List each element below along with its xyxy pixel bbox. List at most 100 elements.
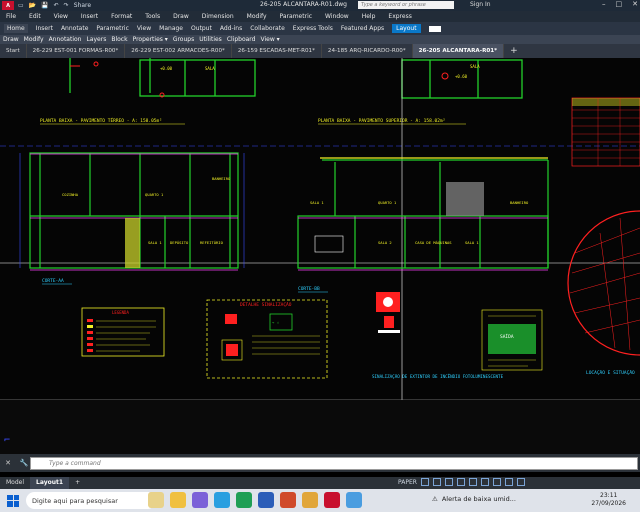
menu-edit[interactable]: Edit <box>29 13 41 20</box>
tab-layout[interactable]: Layout <box>392 24 421 33</box>
task-view-icon[interactable] <box>148 492 164 508</box>
panel-clipboard[interactable]: Clipboard <box>227 36 256 43</box>
workspace-icon[interactable] <box>504 478 513 486</box>
word-icon[interactable] <box>258 492 274 508</box>
legend-title: LEGENDA <box>112 310 129 315</box>
svg-text:CASA DE MÁQUINAS: CASA DE MÁQUINAS <box>415 240 452 245</box>
tab-add-ins[interactable]: Add-ins <box>220 25 242 32</box>
menu-modify[interactable]: Modify <box>247 13 267 20</box>
svg-text:BANHEIRO: BANHEIRO <box>212 176 231 181</box>
edge-icon[interactable] <box>214 492 230 508</box>
tab-parametric[interactable]: Parametric <box>96 25 129 32</box>
tab-collaborate[interactable]: Collaborate <box>250 25 285 32</box>
area-table <box>571 97 640 167</box>
svg-text:+0.00: +0.00 <box>160 66 173 71</box>
taskbar-search[interactable]: Digite aqui para pesquisar <box>26 492 156 509</box>
tab-express-tools[interactable]: Express Tools <box>293 25 333 32</box>
open-icon[interactable]: 📂 <box>29 2 36 9</box>
autocad-logo[interactable]: A <box>2 1 14 10</box>
tab-home[interactable]: Home <box>4 24 28 33</box>
menu-file[interactable]: File <box>6 13 16 20</box>
help-search-input[interactable]: Type a keyword or phrase <box>358 1 454 9</box>
redo-icon[interactable]: ↷ <box>64 2 69 9</box>
plan-superior-title: PLANTA BAIXA - PAVIMENTO SUPERIOR - A: 1… <box>318 118 445 124</box>
outlook-icon[interactable] <box>346 492 362 508</box>
menu-parametric[interactable]: Parametric <box>280 13 313 20</box>
svg-text:COZINHA: COZINHA <box>62 192 79 197</box>
undo-icon[interactable]: ↶ <box>54 2 59 9</box>
snap-icon[interactable] <box>432 478 441 486</box>
new-tab-icon[interactable]: + <box>504 44 524 58</box>
menu-bar: File Edit View Insert Format Tools Draw … <box>0 11 640 22</box>
customize-status-icon[interactable] <box>516 478 525 486</box>
chrome-icon[interactable] <box>302 492 318 508</box>
file-explorer-icon[interactable] <box>170 492 186 508</box>
menu-tools[interactable]: Tools <box>145 13 160 20</box>
annotation-icon[interactable] <box>492 478 501 486</box>
panel-block[interactable]: Block <box>111 36 127 43</box>
share-button[interactable]: Share <box>74 2 91 9</box>
ribbon-toggle-button[interactable] <box>428 25 441 32</box>
system-clock[interactable]: 23:11 27/09/2026 <box>591 492 626 508</box>
close-command-icon[interactable]: ✕ <box>0 459 16 467</box>
model-tab[interactable]: Model <box>0 477 30 489</box>
sign-in-button[interactable]: Sign In <box>470 1 491 8</box>
file-tab-active[interactable]: 26-205 ALCANTARA-R01* <box>412 44 505 58</box>
ortho-icon[interactable] <box>444 478 453 486</box>
panel-modify[interactable]: Modify <box>24 36 44 43</box>
command-input[interactable] <box>31 458 637 469</box>
command-input-wrapper <box>30 457 638 470</box>
file-tab-start[interactable]: Start <box>0 44 27 58</box>
location-map: LOCAÇÃO E SITUAÇÃO <box>567 210 640 376</box>
file-tab[interactable]: 26-159 ESCADAS-MET-R01* <box>232 44 322 58</box>
panel-groups[interactable]: Groups <box>173 36 194 43</box>
menu-insert[interactable]: Insert <box>81 13 98 20</box>
menu-express[interactable]: Express <box>388 13 411 20</box>
tab-view[interactable]: View <box>137 25 151 32</box>
file-tab[interactable]: 24-185 ARQ-RICARDO-R00* <box>322 44 413 58</box>
tab-manage[interactable]: Manage <box>159 25 183 32</box>
grid-icon[interactable] <box>420 478 429 486</box>
panel-layers[interactable]: Layers <box>86 36 106 43</box>
add-layout-icon[interactable]: + <box>69 477 86 489</box>
save-icon[interactable]: 💾 <box>41 2 48 9</box>
menu-window[interactable]: Window <box>325 13 349 20</box>
polar-icon[interactable] <box>456 478 465 486</box>
panel-properties[interactable]: Properties ▾ <box>133 36 168 43</box>
panel-utilities[interactable]: Utilities <box>199 36 222 43</box>
minimize-button[interactable]: – <box>602 0 606 8</box>
taskbar-apps <box>148 492 362 508</box>
layout1-tab[interactable]: Layout1 <box>30 477 70 489</box>
panel-view[interactable]: View ▾ <box>260 36 279 43</box>
powerpoint-icon[interactable] <box>280 492 296 508</box>
panel-annotation[interactable]: Annotation <box>49 36 82 43</box>
drawing-svg: +0.00 SALA +0.60 SALA PLANTA BAIXA - PAV… <box>0 58 640 454</box>
tab-featured-apps[interactable]: Featured Apps <box>341 25 384 32</box>
weather-notification[interactable]: ⚠ Alerta de baixa umid... <box>432 495 516 503</box>
menu-draw[interactable]: Draw <box>173 13 189 20</box>
menu-dimension[interactable]: Dimension <box>202 13 234 20</box>
clock-date: 27/09/2026 <box>591 500 626 507</box>
teams-icon[interactable] <box>192 492 208 508</box>
menu-help[interactable]: Help <box>362 13 376 20</box>
panel-draw[interactable]: Draw <box>3 36 19 43</box>
menu-view[interactable]: View <box>54 13 68 20</box>
file-tab[interactable]: 26-229 EST-002 ARMACOES-R00* <box>125 44 232 58</box>
drawing-canvas[interactable]: +0.00 SALA +0.60 SALA PLANTA BAIXA - PAV… <box>0 58 640 454</box>
paper-space-toggle[interactable]: PAPER <box>398 479 417 486</box>
excel-icon[interactable] <box>236 492 252 508</box>
tab-output[interactable]: Output <box>191 25 212 32</box>
autocad-taskbar-icon[interactable] <box>324 492 340 508</box>
file-tab[interactable]: 26-229 EST-001 FORMAS-R00* <box>27 44 126 58</box>
tab-annotate[interactable]: Annotate <box>61 25 88 32</box>
windows-start-icon[interactable] <box>4 492 22 510</box>
file-tabs: Start 26-229 EST-001 FORMAS-R00* 26-229 … <box>0 44 640 58</box>
maximize-button[interactable]: □ <box>616 0 623 8</box>
new-icon[interactable]: ▭ <box>18 2 24 9</box>
lineweight-icon[interactable] <box>480 478 489 486</box>
osnap-icon[interactable] <box>468 478 477 486</box>
windows-taskbar: Digite aqui para pesquisar ⚠ Alerta de b… <box>0 489 640 512</box>
close-button[interactable]: ✕ <box>632 0 638 8</box>
menu-format[interactable]: Format <box>111 13 132 20</box>
tab-insert[interactable]: Insert <box>36 25 53 32</box>
